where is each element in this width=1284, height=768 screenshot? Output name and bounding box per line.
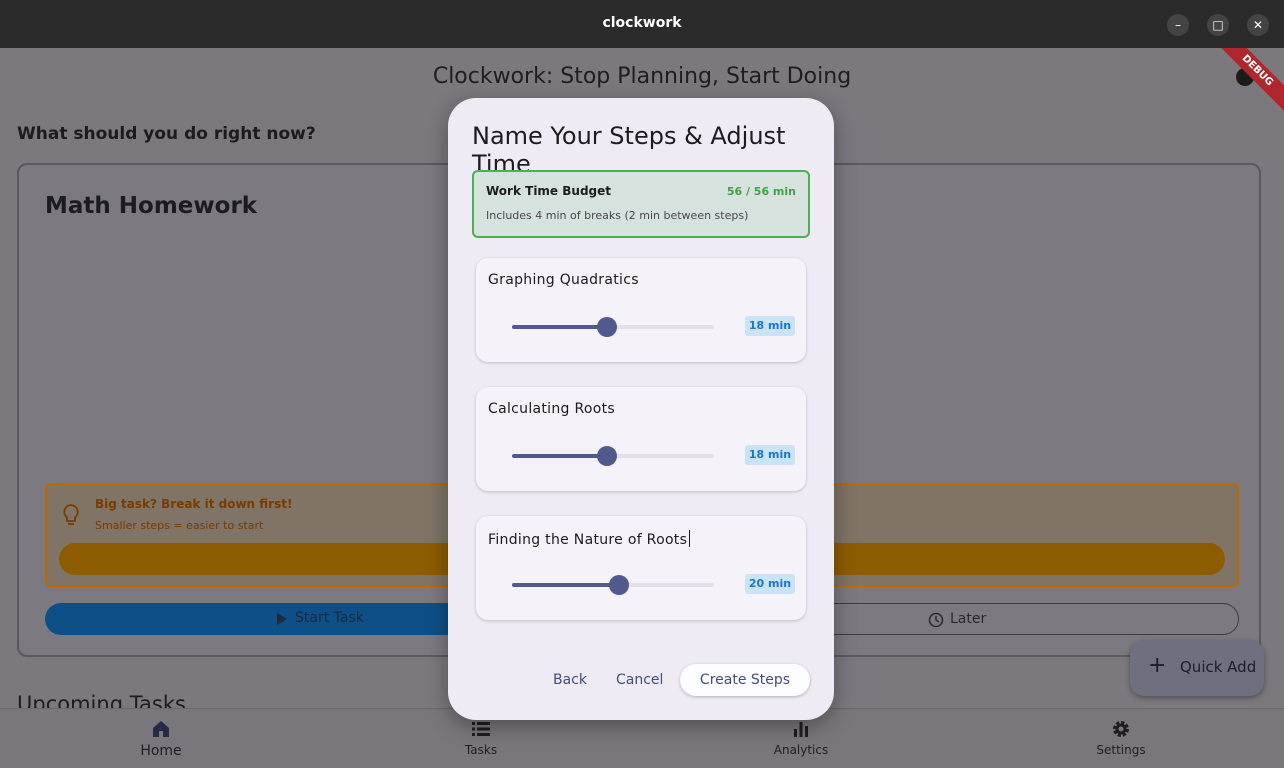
create-steps-button[interactable]: Create Steps	[680, 664, 810, 696]
step-card: Finding the Nature of Roots 20 min	[476, 516, 806, 620]
step-duration-chip: 18 min	[745, 445, 795, 465]
slider-thumb[interactable]	[609, 575, 630, 595]
step-duration-chip: 20 min	[745, 574, 795, 594]
slider-thumb[interactable]	[596, 446, 617, 466]
maximize-button[interactable]: □	[1207, 14, 1229, 36]
slider-fill	[512, 583, 620, 587]
close-button[interactable]: ✕	[1247, 14, 1269, 36]
window-titlebar: clockwork – □ ✕	[0, 0, 1284, 48]
budget-value: 56 / 56 min	[726, 185, 796, 198]
work-time-budget: Work Time Budget 56 / 56 min Includes 4 …	[472, 170, 810, 238]
step-name-input[interactable]: Graphing Quadratics	[488, 272, 639, 288]
dialog-actions: Back Cancel Create Steps	[448, 664, 834, 696]
step-name-input[interactable]: Calculating Roots	[488, 401, 615, 417]
budget-note: Includes 4 min of breaks (2 min between …	[486, 209, 749, 222]
window-title: clockwork	[602, 15, 682, 31]
step-name-input[interactable]: Finding the Nature of Roots	[488, 530, 690, 548]
cancel-button[interactable]: Cancel	[616, 672, 663, 688]
slider-fill	[512, 325, 607, 329]
name-steps-dialog: Name Your Steps & Adjust Time Work Time …	[448, 98, 834, 720]
budget-label: Work Time Budget	[486, 184, 611, 198]
step-duration-chip: 18 min	[745, 316, 795, 336]
step-card: Graphing Quadratics 18 min	[476, 258, 806, 362]
slider-fill	[512, 454, 607, 458]
back-button[interactable]: Back	[553, 672, 587, 688]
slider-thumb[interactable]	[596, 317, 617, 337]
step-card: Calculating Roots 18 min	[476, 387, 806, 491]
minimize-button[interactable]: –	[1167, 14, 1189, 36]
